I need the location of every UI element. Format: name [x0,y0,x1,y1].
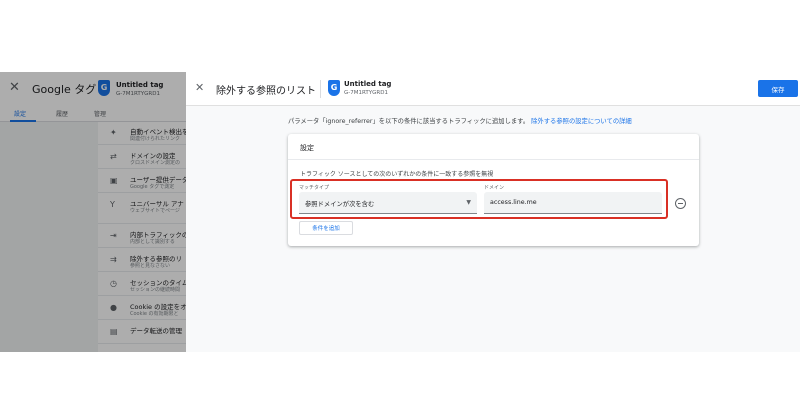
intro-text: パラメータ「ignore_referrer」を以下の条件に該当するトラフィックに… [288,116,632,125]
card-description: トラフィック ソースとしての次のいずれかの条件に一致する参照を無視 [300,171,494,178]
remove-condition-icon[interactable] [675,198,686,209]
domain-label: ドメイン [484,185,505,191]
help-link[interactable]: 除外する参照の設定についての詳細 [531,118,632,125]
tag-id: G-7M1RTYGRD1 [344,90,388,96]
screenshot-stage: ✕ Google タグ G Untitled tag G-7M1RTYGRD1 … [0,72,800,352]
modal-scrim[interactable] [0,72,186,352]
close-icon[interactable]: ✕ [195,81,204,94]
exclude-referral-panel: ✕ 除外する参照のリスト G Untitled tag G-7M1RTYGRD1… [186,72,800,352]
match-type-value: 参照ドメインが次を含む [305,201,375,208]
dropdown-caret-icon: ▼ [466,199,471,206]
save-button[interactable]: 保存 [758,80,798,97]
background-panel: ✕ Google タグ G Untitled tag G-7M1RTYGRD1 … [0,72,189,352]
intro-description: パラメータ「ignore_referrer」を以下の条件に該当するトラフィックに… [288,118,530,125]
card-title: 設定 [300,144,314,152]
add-condition-button[interactable]: 条件を追加 [299,221,353,235]
panel-header: ✕ 除外する参照のリスト G Untitled tag G-7M1RTYGRD1… [186,72,800,106]
match-type-label: マッチタイプ [299,185,330,191]
page-title: 除外する参照のリスト [216,86,316,97]
tag-name: Untitled tag [344,80,392,88]
google-tag-logo-icon: G [328,80,340,96]
header-divider [320,80,321,98]
match-type-select[interactable]: 参照ドメインが次を含む ▼ [299,192,477,214]
card-divider [288,159,699,160]
domain-input[interactable] [484,192,662,214]
